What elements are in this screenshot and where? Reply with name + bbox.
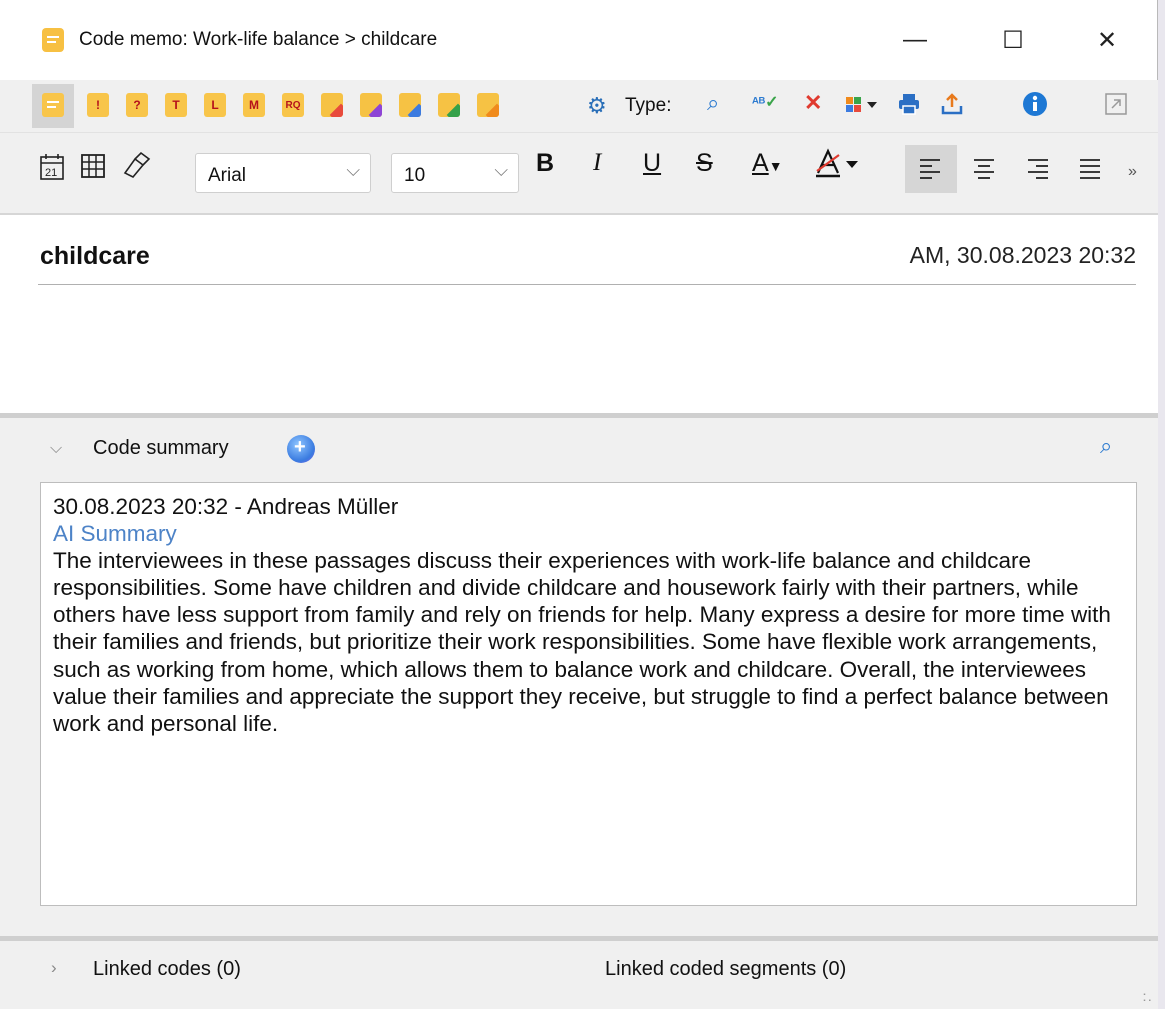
chevron-down-icon: ⌵ xyxy=(494,160,508,180)
memo-header: childcare AM, 30.08.2023 20:32 xyxy=(0,215,1158,413)
code-memo-window: Code memo: Work-life balance > childcare… xyxy=(0,0,1158,1009)
italic-button[interactable]: I xyxy=(593,149,601,177)
search-icon[interactable]: ⌕ xyxy=(1100,433,1112,459)
memo-m-icon[interactable]: M xyxy=(243,93,265,117)
linked-segments-label[interactable]: Linked coded segments (0) xyxy=(605,958,846,981)
table-icon[interactable] xyxy=(80,153,106,186)
font-color-label: A xyxy=(752,149,769,177)
font-family-select[interactable]: Arial ⌵ xyxy=(195,153,371,193)
memo-blue-flag-icon[interactable] xyxy=(399,93,421,117)
format-toolbar: 21 Arial ⌵ 10 ⌵ B I U S A▼ » xyxy=(0,133,1158,215)
collapse-chevron-icon[interactable]: ⌵ xyxy=(50,440,62,458)
align-justify-icon[interactable] xyxy=(1078,157,1102,188)
bold-button[interactable]: B xyxy=(536,149,554,178)
memo-red-flag-icon[interactable] xyxy=(321,93,343,117)
search-icon[interactable]: ⌕ xyxy=(707,90,719,116)
memo-title[interactable]: childcare xyxy=(40,242,150,271)
align-right-icon[interactable] xyxy=(1026,157,1050,188)
align-center-icon[interactable] xyxy=(972,157,996,188)
caret-down-icon: ▼ xyxy=(768,158,783,174)
memo-l-icon[interactable]: L xyxy=(204,93,226,117)
memo-exclamation-icon[interactable]: ! xyxy=(87,93,109,117)
ai-assist-icon[interactable] xyxy=(287,435,315,463)
resize-grip-icon[interactable]: ⠠ ⠠⠠ xyxy=(1139,989,1152,1005)
info-icon[interactable] xyxy=(1022,91,1048,123)
memo-type-toolbar: ! ? T L M RQ ⚙ Type: ⌕ ᴬᴮ✓ ✕ xyxy=(0,80,1158,133)
summary-entry-header: 30.08.2023 20:32 - Andreas Müller xyxy=(53,494,399,519)
memo-default-icon[interactable] xyxy=(42,93,64,117)
type-label: Type: xyxy=(625,95,672,116)
underline-button[interactable]: U xyxy=(643,149,661,178)
font-size-select[interactable]: 10 ⌵ xyxy=(391,153,519,193)
strikethrough-button[interactable]: S xyxy=(696,149,713,178)
memo-question-icon[interactable]: ? xyxy=(126,93,148,117)
chevron-down-icon: ⌵ xyxy=(346,160,360,180)
svg-text:21: 21 xyxy=(45,167,57,179)
expand-chevron-icon[interactable]: › xyxy=(51,958,57,978)
code-summary-label[interactable]: Code summary xyxy=(93,437,229,460)
memo-green-flag-icon[interactable] xyxy=(438,93,460,117)
font-color-button[interactable]: A▼ xyxy=(752,149,783,178)
summary-text: The interviewees in these passages discu… xyxy=(53,548,1111,736)
ai-summary-label: AI Summary xyxy=(53,521,177,547)
minimize-button[interactable]: — xyxy=(880,0,950,80)
code-summary-panel: ⌵ Code summary ⌕ 30.08.2023 20:32 - Andr… xyxy=(0,418,1158,936)
memo-icon xyxy=(42,28,64,52)
expand-icon[interactable] xyxy=(1104,92,1128,122)
calendar-icon[interactable]: 21 xyxy=(39,153,65,188)
font-family-value: Arial xyxy=(208,165,247,186)
memo-t-icon[interactable]: T xyxy=(165,93,187,117)
maximize-button[interactable]: ☐ xyxy=(978,0,1048,80)
color-palette-icon[interactable] xyxy=(845,93,879,121)
window-title: Code memo: Work-life balance > childcare xyxy=(79,29,438,50)
memo-purple-flag-icon[interactable] xyxy=(360,93,382,117)
delete-icon[interactable]: ✕ xyxy=(804,90,822,116)
format-painter-icon[interactable] xyxy=(121,151,151,186)
gear-icon[interactable]: ⚙ xyxy=(587,93,607,119)
linked-codes-label[interactable]: Linked codes (0) xyxy=(93,958,241,981)
linked-panel: › Linked codes (0) Linked coded segments… xyxy=(0,941,1158,1009)
spellcheck-icon[interactable]: ᴬᴮ✓ xyxy=(752,92,779,112)
highlight-color-button[interactable] xyxy=(814,147,862,186)
code-summary-editor[interactable]: 30.08.2023 20:32 - Andreas Müller AI Sum… xyxy=(40,482,1137,906)
align-left-icon[interactable] xyxy=(918,157,942,188)
export-icon[interactable] xyxy=(940,92,964,122)
title-bar[interactable]: Code memo: Work-life balance > childcare… xyxy=(0,0,1157,80)
font-size-value: 10 xyxy=(404,165,426,186)
close-button[interactable]: ✕ xyxy=(1072,0,1142,80)
divider xyxy=(38,284,1136,285)
more-tools-button[interactable]: » xyxy=(1128,163,1137,181)
memo-author-date: AM, 30.08.2023 20:32 xyxy=(909,242,1136,268)
memo-orange-flag-icon[interactable] xyxy=(477,93,499,117)
print-icon[interactable] xyxy=(897,92,921,122)
memo-rq-icon[interactable]: RQ xyxy=(282,93,304,117)
